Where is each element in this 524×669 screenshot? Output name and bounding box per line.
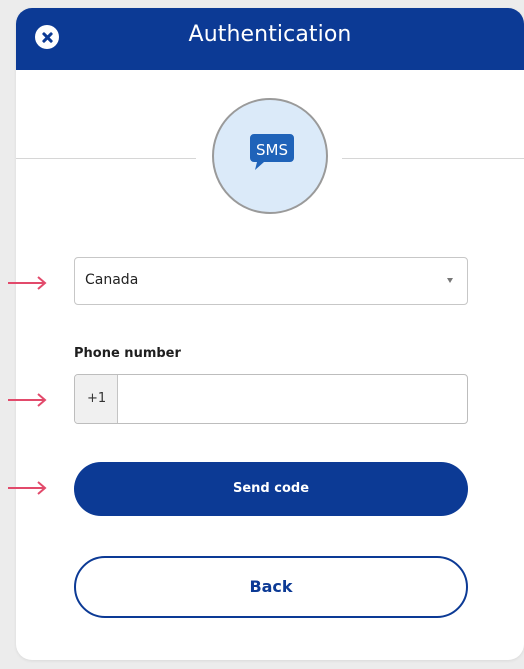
dialog-title: Authentication [188, 22, 352, 47]
divider-right [342, 158, 524, 159]
phone-number-label: Phone number [74, 346, 181, 361]
chevron-down-icon [447, 278, 453, 283]
send-code-button[interactable]: Send code [74, 462, 468, 516]
country-select[interactable]: Canada [74, 257, 468, 305]
back-button[interactable]: Back [74, 556, 468, 618]
arrow-right-icon [8, 481, 47, 495]
country-code-prefix: +1 [75, 375, 118, 423]
phone-number-input[interactable] [119, 375, 467, 423]
divider-left [16, 158, 196, 159]
sms-label: SMS [256, 141, 288, 159]
arrow-right-icon [8, 393, 47, 407]
phone-number-group: +1 [74, 374, 468, 424]
screen: Authentication SMS Canada Phone number +… [0, 0, 524, 669]
sms-badge: SMS [212, 98, 328, 214]
auth-dialog: Authentication SMS Canada Phone number +… [16, 8, 524, 660]
dialog-header: Authentication [16, 8, 524, 70]
arrow-right-icon [8, 276, 47, 290]
country-select-value: Canada [85, 272, 139, 288]
